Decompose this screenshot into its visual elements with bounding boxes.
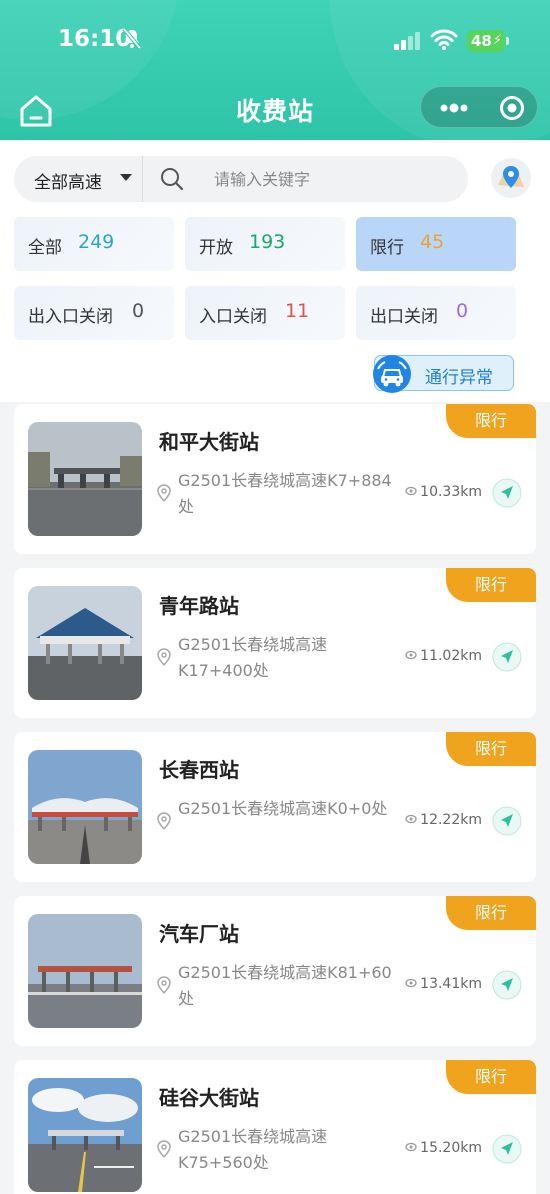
navigate-button[interactable] [492, 970, 522, 1000]
station-name: 青年路站 [159, 594, 239, 618]
chevron-down-icon[interactable] [120, 174, 132, 181]
station-name: 硅谷大街站 [159, 1086, 259, 1110]
navigate-button[interactable] [492, 806, 522, 836]
station-card[interactable]: 汽车厂站 G2501长春绕城高速K81+60处 13.41km 限行 [14, 896, 536, 1046]
tile-count: 45 [420, 231, 445, 253]
location-pin-icon [157, 484, 171, 506]
miniprogram-capsule [420, 86, 538, 128]
car-icon [373, 355, 411, 393]
station-address: G2501长春绕城高速K75+560处 [178, 1127, 328, 1172]
navigate-button[interactable] [492, 1134, 522, 1164]
station-photo [28, 1078, 142, 1192]
distance-value: 10.33km [420, 484, 482, 500]
status-badge: 限行 [446, 1060, 536, 1094]
tile-label: 全部 [28, 238, 62, 258]
station-name: 汽车厂站 [159, 922, 239, 946]
map-pin-icon [491, 158, 531, 198]
tile-count: 193 [249, 231, 286, 253]
tile-open[interactable]: 开放 193 [185, 217, 345, 271]
navigate-button[interactable] [492, 642, 522, 672]
distance-value: 12.22km [420, 812, 482, 828]
tile-count: 11 [285, 300, 310, 322]
station-photo [28, 422, 142, 536]
navigate-button[interactable] [492, 478, 522, 508]
battery-tip [506, 37, 509, 45]
signal-icon [394, 32, 420, 54]
distance-icon [405, 812, 417, 828]
tile-label: 出入口关闭 [28, 307, 113, 327]
app-header: 16:10 48 ⚡ 收费站 [0, 0, 550, 140]
location-pin-icon [157, 1140, 171, 1162]
distance-icon [405, 1140, 417, 1156]
distance-value: 13.41km [420, 976, 482, 992]
station-name: 和平大街站 [159, 430, 259, 454]
tile-all[interactable]: 全部 249 [14, 217, 174, 271]
tile-entry-closed[interactable]: 入口关闭 11 [185, 286, 345, 340]
navigate-icon [492, 642, 522, 672]
tile-count: 0 [456, 300, 469, 322]
station-address: G2501长春绕城高速K0+0处 [178, 799, 388, 818]
traffic-anomaly-button[interactable]: 通行异常 [373, 355, 514, 393]
station-address: G2501长春绕城高速K81+60处 [178, 963, 392, 1008]
tile-label: 开放 [199, 238, 233, 258]
tile-count: 0 [132, 300, 145, 322]
tile-both-closed[interactable]: 出入口关闭 0 [14, 286, 174, 340]
status-badge: 限行 [446, 568, 536, 602]
wifi-icon [430, 28, 458, 54]
station-card[interactable]: 长春西站 G2501长春绕城高速K0+0处 12.22km 限行 [14, 732, 536, 882]
more-icon[interactable] [439, 98, 469, 122]
location-pin-icon [157, 812, 171, 834]
navigate-icon [492, 1134, 522, 1164]
status-time: 16:10 [58, 26, 132, 52]
distance-icon [405, 976, 417, 992]
station-distance: 11.02km [405, 648, 482, 664]
distance-icon [405, 484, 417, 500]
status-badge: 限行 [446, 896, 536, 930]
divider [142, 156, 143, 202]
station-photo [28, 586, 142, 700]
location-pin-icon [157, 976, 171, 998]
tile-label: 出口关闭 [370, 307, 438, 327]
station-photo [28, 914, 142, 1028]
battery-indicator: 48 ⚡ [467, 30, 505, 52]
navigate-icon [492, 806, 522, 836]
tile-restricted[interactable]: 限行 45 [356, 217, 516, 271]
station-distance: 15.20km [405, 1140, 482, 1156]
anomaly-label: 通行异常 [425, 368, 493, 388]
tile-count: 249 [78, 231, 115, 253]
map-location-button[interactable] [490, 157, 532, 199]
navigate-icon [492, 478, 522, 508]
navigate-icon [492, 970, 522, 1000]
station-distance: 13.41km [405, 976, 482, 992]
station-photo [28, 750, 142, 864]
status-badge: 限行 [446, 732, 536, 766]
search-bar: 全部高速 [14, 156, 468, 202]
station-name: 长春西站 [159, 758, 239, 782]
distance-icon [405, 648, 417, 664]
status-badge: 限行 [446, 404, 536, 438]
distance-value: 11.02km [420, 648, 482, 664]
charging-icon: ⚡ [492, 33, 502, 48]
tile-label: 入口关闭 [199, 307, 267, 327]
tile-label: 限行 [370, 238, 404, 258]
status-bar: 16:10 48 ⚡ [0, 0, 550, 80]
station-card[interactable]: 青年路站 G2501长春绕城高速K17+400处 11.02km 限行 [14, 568, 536, 718]
battery-level: 48 [471, 32, 492, 50]
search-input[interactable] [214, 164, 454, 194]
station-distance: 12.22km [405, 812, 482, 828]
station-card[interactable]: 和平大街站 G2501长春绕城高速K7+884处 10.33km 限行 [14, 404, 536, 554]
highway-select[interactable]: 全部高速 [34, 168, 102, 193]
station-distance: 10.33km [405, 484, 482, 500]
station-address: G2501长春绕城高速K17+400处 [178, 635, 328, 680]
close-target-icon[interactable] [499, 95, 525, 125]
distance-value: 15.20km [420, 1140, 482, 1156]
location-pin-icon [157, 648, 171, 670]
station-address: G2501长春绕城高速K7+884处 [178, 471, 392, 516]
search-icon [160, 167, 184, 195]
station-card[interactable]: 硅谷大街站 G2501长春绕城高速K75+560处 15.20km 限行 [14, 1060, 536, 1194]
bell-muted-icon [122, 27, 142, 54]
tile-exit-closed[interactable]: 出口关闭 0 [356, 286, 516, 340]
